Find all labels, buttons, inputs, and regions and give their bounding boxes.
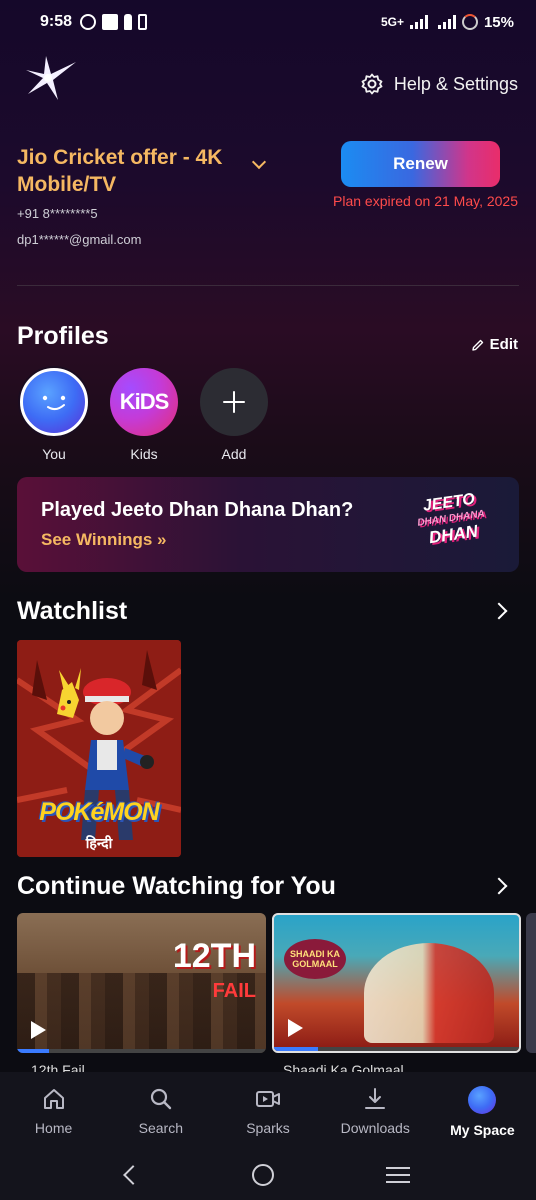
nav-my-space[interactable]: My Space <box>429 1072 536 1150</box>
watchlist-item-pokemon[interactable]: POKéMON हिन्दी <box>17 640 181 857</box>
download-icon <box>365 1088 386 1109</box>
continue-watching-card[interactable]: 12TH FAIL <box>17 913 266 1053</box>
home-icon <box>43 1089 64 1109</box>
plus-icon <box>223 391 245 413</box>
jeeto-banner[interactable]: Played Jeeto Dhan Dhana Dhan? See Winnin… <box>17 477 519 572</box>
profiles-title: Profiles <box>17 322 109 350</box>
plan-selector[interactable]: Jio Cricket offer - 4K Mobile/TV <box>17 144 317 198</box>
plan-expired-text: Plan expired on 21 May, 2025 <box>333 193 518 209</box>
play-icon[interactable] <box>31 1021 46 1039</box>
shaadi-logo: SHAADI KA GOLMAAL <box>284 939 346 979</box>
profile-label: You <box>42 446 66 462</box>
network-type: 5G+ <box>380 15 404 29</box>
card-captions: 12th Fail Shaadi Ka Golmaal <box>17 1062 536 1072</box>
profile-you[interactable]: You <box>19 368 89 462</box>
divider <box>17 285 519 286</box>
home-button-icon[interactable] <box>252 1164 274 1186</box>
avatar <box>20 368 88 436</box>
lock-icon <box>124 14 133 30</box>
battery-saver-icon <box>138 14 148 30</box>
smile-face-icon <box>42 395 66 411</box>
chevron-right-icon[interactable] <box>490 877 508 895</box>
chevron-right-icon[interactable] <box>490 602 508 620</box>
news-icon <box>102 14 119 30</box>
system-navigation <box>0 1150 536 1200</box>
nav-label: My Space <box>450 1122 515 1138</box>
status-bar: 9:58 5G+ 15% <box>0 0 536 44</box>
edit-label: Edit <box>489 336 518 353</box>
signal-icon <box>437 15 456 29</box>
nav-downloads[interactable]: Downloads <box>322 1072 429 1150</box>
battery-percent: 15% <box>483 13 514 31</box>
phone-number: +91 8********5 <box>17 206 98 221</box>
help-settings-label: Help & Settings <box>393 73 518 94</box>
poster-couple-art <box>364 943 494 1043</box>
watchlist-title: Watchlist <box>17 597 128 625</box>
help-settings-button[interactable]: Help & Settings <box>360 72 518 96</box>
status-time: 9:58 <box>40 13 73 30</box>
pencil-icon <box>471 339 483 351</box>
poster-subtitle-text: FAIL <box>212 980 256 1002</box>
nav-home[interactable]: Home <box>0 1072 107 1150</box>
see-winnings-link[interactable]: See Winnings » <box>41 530 166 550</box>
kids-avatar: KiDS <box>110 368 178 436</box>
edit-profiles-button[interactable]: Edit <box>471 336 518 353</box>
continue-watching-title: Continue Watching for You <box>17 872 336 900</box>
play-icon[interactable] <box>288 1019 303 1037</box>
nav-label: Home <box>34 1120 73 1136</box>
progress-bar <box>17 1049 266 1053</box>
recents-icon[interactable] <box>386 1167 410 1183</box>
pokemon-logo: POKéMON <box>39 798 159 826</box>
profile-label: Kids <box>130 446 158 462</box>
add-profile-avatar <box>200 368 268 436</box>
poster-title-text: 12TH <box>172 937 256 975</box>
progress-fill <box>274 1047 319 1051</box>
card-title: Shaadi Ka Golmaal <box>283 1062 404 1072</box>
profile-label: Add <box>221 446 247 462</box>
email-address: dp1******@gmail.com <box>17 232 142 247</box>
search-icon <box>150 1088 171 1110</box>
nav-search[interactable]: Search <box>107 1072 214 1150</box>
continue-watching-card-partial[interactable] <box>526 913 536 1053</box>
nav-label: Sparks <box>246 1120 290 1136</box>
profile-add[interactable]: Add <box>199 368 269 462</box>
nav-label: Search <box>138 1120 183 1136</box>
bottom-navigation: Home Search Sparks Downloads My Space <box>0 1072 536 1150</box>
whatsapp-icon <box>80 14 97 30</box>
video-icon <box>256 1091 280 1107</box>
plan-title: Jio Cricket offer - 4K Mobile/TV <box>17 146 223 196</box>
battery-ring-icon <box>461 14 478 30</box>
poster-title-art: 12TH FAIL <box>173 939 256 1006</box>
progress-fill <box>17 1049 50 1053</box>
nav-sparks[interactable]: Sparks <box>214 1072 321 1150</box>
jeeto-logo: JEETO DHAN DHANA DHAN <box>409 490 495 560</box>
back-icon[interactable] <box>123 1165 143 1185</box>
progress-bar <box>274 1047 519 1051</box>
banner-title: Played Jeeto Dhan Dhana Dhan? <box>41 499 354 521</box>
gear-icon <box>361 73 383 95</box>
avatar <box>468 1086 497 1114</box>
jiohotstar-logo-icon <box>26 56 76 100</box>
card-title: 12th Fail <box>31 1062 85 1072</box>
language-badge: हिन्दी <box>85 835 113 851</box>
nav-label: Downloads <box>340 1120 410 1136</box>
signal-icon <box>409 15 428 29</box>
continue-watching-card[interactable]: SHAADI KA GOLMAAL <box>272 913 521 1053</box>
profile-kids[interactable]: KiDS Kids <box>109 368 179 462</box>
renew-button[interactable]: Renew <box>341 141 500 187</box>
